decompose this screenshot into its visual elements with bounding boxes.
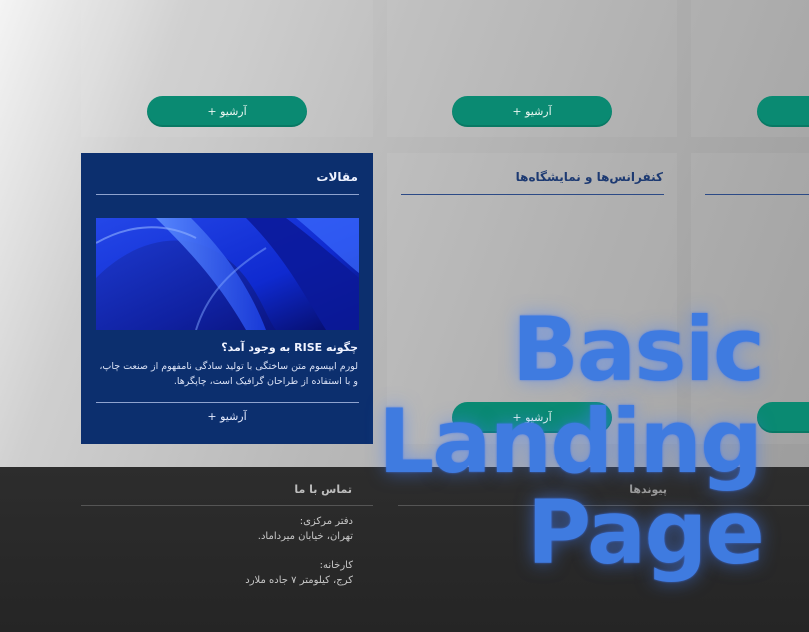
overlay-title-line-2: Landing [378, 390, 763, 493]
divider [96, 402, 359, 403]
divider [81, 505, 373, 506]
archive-button[interactable]: + آرشیو [757, 96, 809, 127]
factory-address: کرج، کیلومتر ۷ جاده ملارد [245, 575, 353, 586]
article-headline[interactable]: چگونه RISE به وجود آمد؟ [95, 341, 358, 354]
top-card-2: + آرشیو [387, 0, 677, 137]
top-card-1: + آرشیو [81, 0, 373, 137]
articles-title: مقالات [316, 170, 358, 184]
overlay-title-line-1: Basic [511, 298, 765, 401]
article-excerpt: لورم ایپسوم متن ساختگی با تولید سادگی نا… [99, 361, 358, 387]
divider [401, 194, 664, 195]
article-image[interactable] [96, 218, 359, 330]
contact-title: تماس با ما [294, 483, 352, 496]
factory-label: کارخانه: [319, 560, 353, 571]
abstract-wave-image [96, 218, 359, 330]
conferences-title: کنفرانس‌ها و نمایشگاه‌ها [515, 170, 663, 184]
overlay-title-line-3: Page [526, 481, 765, 584]
divider [705, 194, 809, 195]
archive-button[interactable]: + آرشیو [147, 96, 307, 127]
divider [96, 194, 359, 195]
office-label: دفتر مرکزی: [299, 516, 353, 527]
archive-button[interactable]: + آرشیو [452, 96, 612, 127]
archive-link[interactable]: + آرشیو [81, 410, 373, 423]
archive-button[interactable] [757, 402, 809, 433]
top-card-3: + آرشیو [691, 0, 809, 137]
office-address: تهران، خیابان میرداماد. [257, 531, 353, 542]
articles-card: مقالات چگونه RISE به وجود آمد؟ لورم ایپس… [81, 153, 373, 444]
